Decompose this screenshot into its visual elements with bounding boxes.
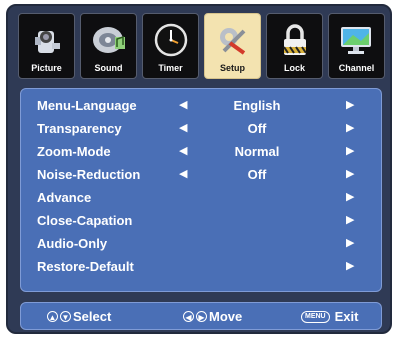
speaker-icon: [81, 20, 136, 60]
tab-lock[interactable]: Lock: [266, 13, 323, 79]
footer-hint-bar: ▲ ▼ Select ◀ ▶ Move MENU Exit: [20, 302, 382, 330]
hint-select-label: Select: [73, 309, 112, 324]
menu-item-value: English: [233, 98, 281, 113]
menu-item-advance[interactable]: Advance ▶: [21, 187, 381, 209]
tab-label: Channel: [338, 63, 375, 73]
padlock-icon: [267, 20, 322, 60]
menu-item-label: Advance: [37, 190, 92, 205]
tab-label: Lock: [283, 63, 305, 73]
menu-item-value: Off: [247, 121, 267, 136]
arrow-right-icon[interactable]: ▶: [346, 144, 354, 157]
down-arrow-key-icon: ▼: [60, 311, 71, 322]
arrow-left-icon[interactable]: ◀: [179, 121, 187, 134]
tools-icon: [205, 20, 260, 60]
tab-label: Picture: [31, 63, 62, 73]
tab-label: Sound: [94, 63, 123, 73]
menu-item-label: Noise-Reduction: [37, 167, 141, 182]
hint-exit: MENU Exit: [301, 309, 358, 324]
hint-move-label: Move: [209, 309, 243, 324]
menu-item-label: Close-Capation: [37, 213, 133, 228]
menu-item-restore-default[interactable]: Restore-Default ▶: [21, 256, 381, 278]
arrow-right-icon[interactable]: ▶: [346, 167, 354, 180]
arrow-right-icon[interactable]: ▶: [346, 236, 354, 249]
arrow-right-icon[interactable]: ▶: [346, 98, 354, 111]
menu-item-value: Normal: [234, 144, 280, 159]
menu-item-audio-only[interactable]: Audio-Only ▶: [21, 233, 381, 255]
arrow-right-icon[interactable]: ▶: [346, 213, 354, 226]
menu-item-label: Zoom-Mode: [37, 144, 111, 159]
arrow-right-icon[interactable]: ▶: [346, 259, 354, 272]
tab-setup[interactable]: Setup: [204, 13, 261, 79]
tab-label: Timer: [158, 63, 183, 73]
hint-select: ▲ ▼ Select: [47, 309, 111, 324]
menu-item-close-caption[interactable]: Close-Capation ▶: [21, 210, 381, 232]
arrow-left-icon[interactable]: ◀: [179, 167, 187, 180]
tab-sound[interactable]: Sound: [80, 13, 137, 79]
menu-item-label: Audio-Only: [37, 236, 108, 251]
hint-move: ◀ ▶ Move: [183, 309, 242, 324]
menu-key-icon: MENU: [301, 310, 330, 323]
hint-exit-label: Exit: [334, 309, 359, 324]
setup-menu-panel: Menu-Language ◀ English ▶ Transparency ◀…: [20, 88, 382, 292]
menu-item-zoom-mode[interactable]: Zoom-Mode ◀ Normal ▶: [21, 141, 381, 163]
tab-picture[interactable]: Picture: [18, 13, 75, 79]
menu-item-label: Transparency: [37, 121, 122, 136]
arrow-right-icon[interactable]: ▶: [346, 190, 354, 203]
tab-timer[interactable]: Timer: [142, 13, 199, 79]
osd-menu-window: Picture Sound Timer Setup Lock Channel M…: [6, 4, 392, 334]
menu-item-label: Restore-Default: [37, 259, 134, 274]
menu-item-value: Off: [247, 167, 267, 182]
tab-label: Setup: [219, 63, 245, 73]
right-arrow-key-icon: ▶: [196, 311, 207, 322]
menu-item-noise-reduction[interactable]: Noise-Reduction ◀ Off ▶: [21, 164, 381, 186]
camera-icon: [19, 20, 74, 60]
arrow-left-icon[interactable]: ◀: [179, 144, 187, 157]
arrow-left-icon[interactable]: ◀: [179, 98, 187, 111]
left-arrow-key-icon: ◀: [183, 311, 194, 322]
monitor-icon: [329, 20, 384, 60]
up-arrow-key-icon: ▲: [47, 311, 58, 322]
tab-channel[interactable]: Channel: [328, 13, 385, 79]
arrow-right-icon[interactable]: ▶: [346, 121, 354, 134]
category-tab-bar: Picture Sound Timer Setup Lock Channel: [18, 13, 388, 83]
menu-item-menu-language[interactable]: Menu-Language ◀ English ▶: [21, 95, 381, 117]
clock-icon: [143, 20, 198, 60]
menu-item-transparency[interactable]: Transparency ◀ Off ▶: [21, 118, 381, 140]
menu-item-label: Menu-Language: [37, 98, 137, 113]
